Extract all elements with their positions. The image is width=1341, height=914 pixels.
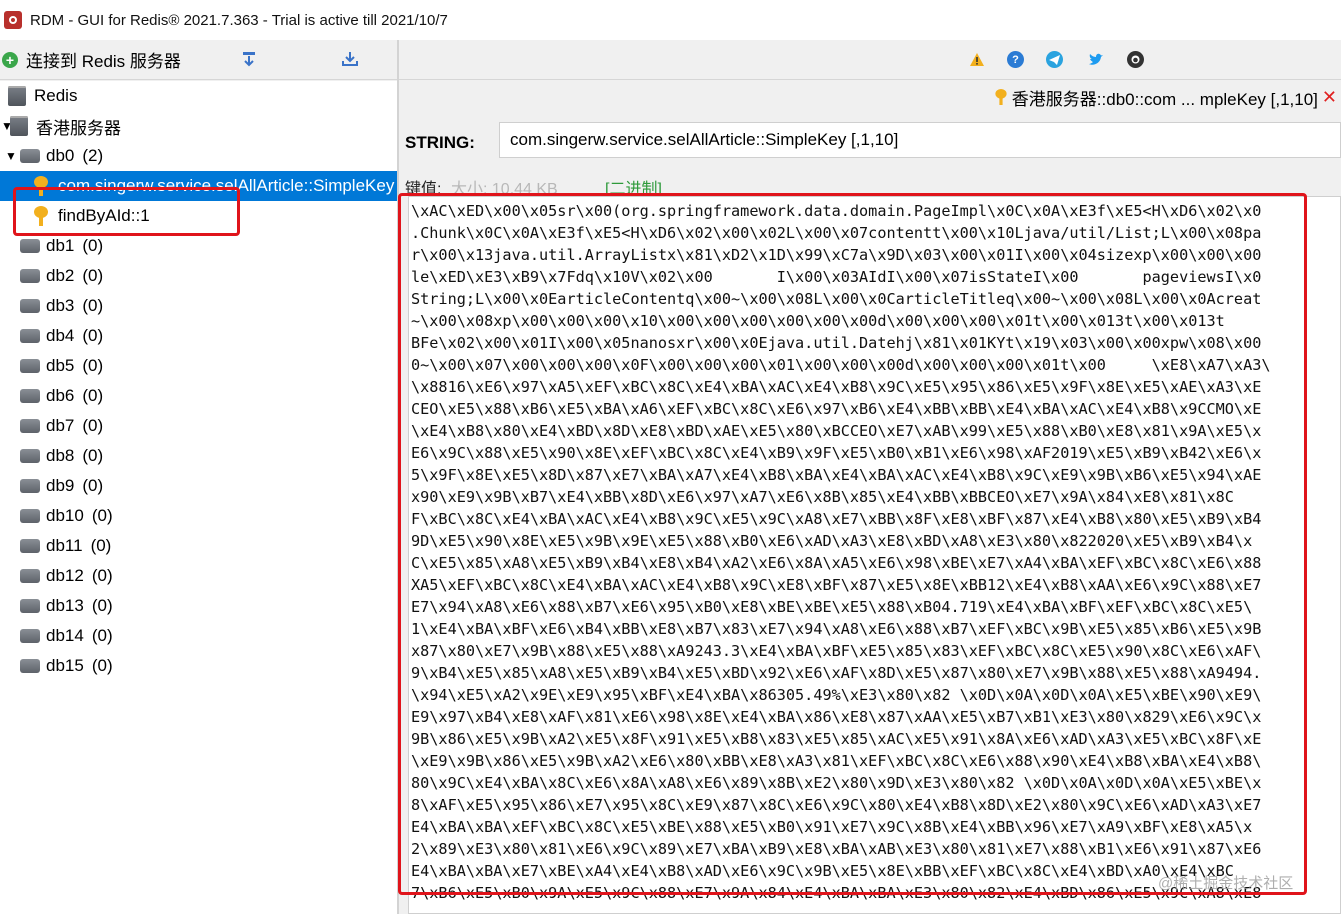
tree-db-db15[interactable]: db15 (0)	[0, 651, 397, 681]
close-tab-icon[interactable]: ✕	[1322, 87, 1337, 108]
db-label: db5	[46, 356, 75, 375]
redis-server-icon	[8, 86, 26, 106]
db-label: db0	[46, 146, 75, 165]
database-icon	[20, 539, 40, 553]
db-key-count: (0)	[82, 296, 104, 315]
db-key-count: (2)	[82, 146, 104, 165]
tree-db-db10[interactable]: db10 (0)	[0, 501, 397, 531]
tree-root-redis[interactable]: Redis	[0, 81, 397, 111]
db-key-count: (0)	[82, 236, 104, 255]
tab-key-editor[interactable]: 香港服务器::db0::com ... mpleKey [,1,10] ✕	[993, 81, 1341, 113]
db-label: db14	[46, 626, 84, 645]
tree-db-db12[interactable]: db12 (0)	[0, 561, 397, 591]
tree-db-db4[interactable]: db4 (0)	[0, 321, 397, 351]
db-label: db1	[46, 236, 75, 255]
key-name-field[interactable]: com.singerw.service.selAllArticle::Simpl…	[499, 122, 1341, 158]
connections-toolbar: + 连接到 Redis 服务器	[0, 40, 398, 80]
database-icon	[20, 269, 40, 283]
db-key-count: (0)	[91, 596, 113, 615]
database-icon	[20, 329, 40, 343]
expand-arrow-icon[interactable]: ▼	[4, 149, 18, 163]
telegram-icon[interactable]	[1046, 51, 1063, 68]
db-label: db6	[46, 386, 75, 405]
rdm-app-icon	[4, 11, 22, 29]
db-key-count: (0)	[82, 446, 104, 465]
database-icon	[20, 239, 40, 253]
db-key-count: (0)	[91, 566, 113, 585]
database-icon	[20, 479, 40, 493]
database-icon	[20, 629, 40, 643]
db-label: db4	[46, 326, 75, 345]
database-icon	[20, 659, 40, 673]
db-key-count: (0)	[82, 476, 104, 495]
github-icon[interactable]	[1127, 51, 1144, 68]
tree-db-db9[interactable]: db9 (0)	[0, 471, 397, 501]
add-connection-icon: +	[2, 51, 18, 68]
database-icon	[20, 449, 40, 463]
db-key-count: (0)	[91, 656, 113, 675]
database-icon	[20, 149, 40, 163]
help-icon[interactable]: ?	[1007, 51, 1024, 68]
title-bar: RDM - GUI for Redis® 2021.7.363 - Trial …	[0, 0, 1341, 40]
tab-label: 香港服务器::db0::com ... mpleKey [,1,10]	[1011, 89, 1318, 109]
db-label: db13	[46, 596, 84, 615]
main-toolbar: ?	[399, 40, 1341, 80]
db-label: db7	[46, 416, 75, 435]
highlight-annotation-box	[13, 187, 240, 236]
db-label: db8	[46, 446, 75, 465]
connect-to-redis-button[interactable]: + 连接到 Redis 服务器	[2, 47, 181, 72]
tree-root-label: Redis	[34, 86, 78, 105]
tree-db-db14[interactable]: db14 (0)	[0, 621, 397, 651]
db-label: db15	[46, 656, 84, 675]
db-label: db9	[46, 476, 75, 495]
tree-db-db0[interactable]: ▼ db0 (2)	[0, 141, 397, 171]
database-icon	[20, 359, 40, 373]
tree-db-db2[interactable]: db2 (0)	[0, 261, 397, 291]
tree-db-db13[interactable]: db13 (0)	[0, 591, 397, 621]
database-icon	[20, 389, 40, 403]
warning-icon[interactable]	[968, 51, 985, 68]
db-key-count: (0)	[91, 506, 113, 525]
twitter-icon[interactable]	[1087, 51, 1104, 68]
db-label: db3	[46, 296, 75, 315]
database-icon	[20, 599, 40, 613]
server-icon	[10, 116, 28, 136]
db-key-count: (0)	[82, 326, 104, 345]
window-title: RDM - GUI for Redis® 2021.7.363 - Trial …	[30, 11, 448, 29]
tree-db-db8[interactable]: db8 (0)	[0, 441, 397, 471]
tree-db-db11[interactable]: db11 (0)	[0, 531, 397, 561]
database-icon	[20, 509, 40, 523]
db-key-count: (0)	[82, 356, 104, 375]
highlight-annotation-box	[398, 193, 1307, 895]
tree-db-db3[interactable]: db3 (0)	[0, 291, 397, 321]
db-key-count: (0)	[91, 626, 113, 645]
tree-server-hongkong[interactable]: ▼ 香港服务器	[0, 111, 397, 141]
db-key-count: (0)	[82, 386, 104, 405]
watermark: @稀土掘金技术社区	[1158, 875, 1294, 892]
tree-db-db7[interactable]: db7 (0)	[0, 411, 397, 441]
database-icon	[20, 299, 40, 313]
db-key-count: (0)	[82, 266, 104, 285]
tree-db-db6[interactable]: db6 (0)	[0, 381, 397, 411]
db-key-count: (0)	[90, 536, 112, 555]
db-label: db10	[46, 506, 84, 525]
key-icon	[995, 89, 1007, 105]
key-type-label: STRING:	[405, 133, 475, 152]
db-key-count: (0)	[82, 416, 104, 435]
import-icon[interactable]	[240, 50, 258, 68]
tree-db-db5[interactable]: db5 (0)	[0, 351, 397, 381]
connect-to-redis-label: 连接到 Redis 服务器	[26, 52, 181, 71]
database-icon	[20, 569, 40, 583]
database-icon	[20, 419, 40, 433]
db-label: db11	[46, 536, 83, 555]
db-label: db2	[46, 266, 75, 285]
export-icon[interactable]	[341, 50, 359, 68]
server-label: 香港服务器	[36, 118, 121, 138]
db-label: db12	[46, 566, 84, 585]
